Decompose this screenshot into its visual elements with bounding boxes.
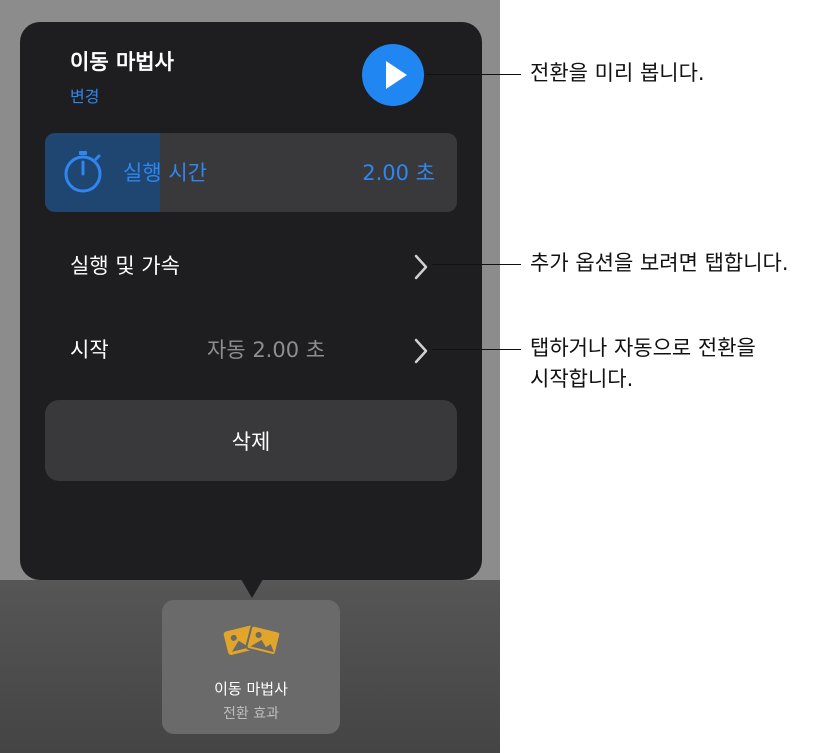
chevron-right-icon — [414, 338, 428, 364]
motion-acceleration-label: 실행 및 가속 — [70, 254, 180, 278]
callout-line-options — [432, 264, 521, 265]
duration-slider[interactable]: 실행 시간 2.00 초 — [45, 133, 457, 212]
transition-tile[interactable]: 이동 마법사 전환 효과 — [162, 600, 340, 734]
start-row[interactable]: 시작 자동 2.00 초 — [45, 320, 457, 380]
popover-arrow — [238, 574, 266, 598]
start-label: 시작 — [70, 338, 109, 362]
callout-start: 탭하거나 자동으로 전환을 시작합니다. — [530, 333, 756, 395]
duration-label: 실행 시간 — [123, 161, 207, 185]
callout-line-start — [432, 349, 521, 350]
start-value: 자동 2.00 초 — [207, 338, 326, 362]
play-icon — [386, 61, 407, 89]
callout-start-line1: 탭하거나 자동으로 전환을 — [530, 336, 756, 360]
chevron-right-icon — [414, 254, 428, 280]
delete-label: 삭제 — [231, 430, 271, 454]
tile-subtitle: 전환 효과 — [223, 706, 279, 722]
transition-photos-icon — [223, 624, 282, 656]
duration-value: 2.00 초 — [362, 161, 435, 185]
callout-preview: 전환을 미리 봅니다. — [530, 61, 705, 85]
callout-start-line2: 시작합니다. — [530, 367, 634, 391]
popover-title: 이동 마법사 — [70, 50, 174, 74]
callout-line-preview — [426, 74, 521, 75]
change-link[interactable]: 변경 — [70, 83, 99, 107]
callout-options: 추가 옵션을 보려면 탭합니다. — [530, 251, 789, 275]
preview-play-button[interactable] — [362, 44, 424, 106]
delete-button[interactable]: 삭제 — [45, 400, 457, 481]
timer-icon — [64, 151, 102, 193]
tile-name: 이동 마법사 — [214, 680, 288, 698]
motion-acceleration-row[interactable]: 실행 및 가속 — [45, 236, 457, 296]
